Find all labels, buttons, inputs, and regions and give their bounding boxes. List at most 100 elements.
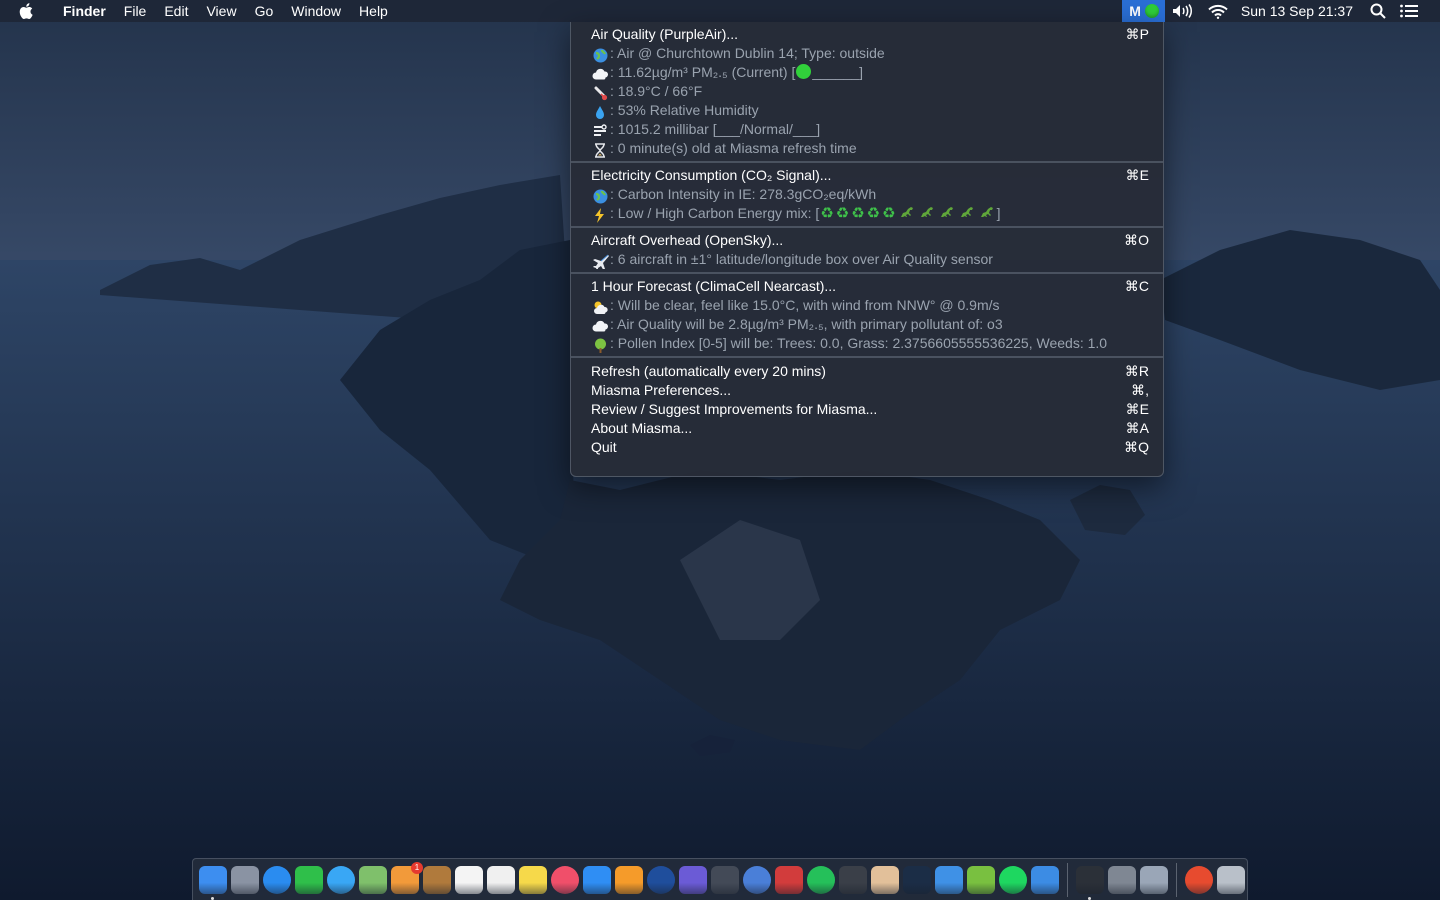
high-carbon-dinosaur-icon — [979, 205, 995, 224]
energy-mix-suffix: ] — [996, 205, 1001, 221]
low-carbon-recycle-icon: ♻ — [835, 205, 850, 222]
maps-icon[interactable] — [359, 865, 387, 894]
air-quality-status-dot-icon — [1144, 4, 1159, 18]
forecast-pollen-text: : Pollen Index [0-5] will be: Trees: 0.0… — [610, 335, 1108, 351]
menu-help[interactable]: Help — [350, 0, 397, 22]
menu-bar-clock[interactable]: Sun 13 Sep 21:37 — [1235, 0, 1363, 22]
air-quality-location-line: : Air @ Churchtown Dublin 14; Type: outs… — [571, 44, 1163, 63]
spotify-icon[interactable] — [999, 865, 1027, 894]
electricity-menu-item[interactable]: Electricity Consumption (CO₂ Signal)... … — [571, 166, 1163, 185]
whatsapp-icon[interactable] — [807, 865, 835, 894]
steam-icon[interactable] — [903, 865, 931, 894]
hourglass-icon — [591, 140, 609, 159]
xcode-icon[interactable] — [1031, 865, 1059, 894]
high-carbon-dinosaur-icon — [959, 205, 975, 224]
air-quality-pressure-text: : 1015.2 millibar [___/Normal/___] — [610, 121, 821, 137]
cloud-icon — [591, 316, 609, 335]
pencil-icon[interactable] — [871, 865, 899, 894]
facetime-icon[interactable] — [295, 865, 323, 894]
aircraft-menu-item[interactable]: Aircraft Overhead (OpenSky)... ⌘O — [571, 231, 1163, 250]
forecast-menu-item[interactable]: 1 Hour Forecast (ClimaCell Nearcast)... … — [571, 277, 1163, 296]
lightning-icon — [591, 205, 609, 224]
aircraft-title: Aircraft Overhead (OpenSky)... — [591, 232, 784, 248]
menu-window[interactable]: Window — [282, 0, 350, 22]
air-quality-title: Air Quality (PurpleAir)... — [591, 26, 739, 42]
wifi-icon[interactable] — [1201, 0, 1235, 22]
air-quality-temperature-line: : 18.9°C / 66°F — [571, 82, 1163, 101]
menu-bar: Finder File Edit View Go Window Help M S… — [0, 0, 1440, 22]
dock-separator — [1176, 862, 1177, 897]
high-carbon-dinosaur-icon — [919, 205, 935, 224]
dock: 1 — [192, 858, 1248, 900]
imovie-icon[interactable] — [679, 865, 707, 894]
music-icon[interactable] — [551, 865, 579, 894]
miasma-status-label: M — [1129, 3, 1141, 19]
aircraft-count-text: : 6 aircraft in ±1° latitude/longitude b… — [610, 251, 993, 267]
calendar-icon[interactable] — [455, 865, 483, 894]
miasma-status-item[interactable]: M — [1122, 0, 1165, 22]
preferences-menu-item[interactable]: Miasma Preferences... ⌘, — [571, 381, 1163, 400]
messages-icon[interactable] — [327, 865, 355, 894]
review-menu-item[interactable]: Review / Suggest Improvements for Miasma… — [571, 400, 1163, 419]
review-label: Review / Suggest Improvements for Miasma… — [591, 401, 878, 417]
trash-icon[interactable] — [1217, 865, 1245, 894]
high-carbon-dinosaur-icon — [899, 205, 915, 224]
droplet-icon — [591, 102, 609, 121]
finder-icon[interactable] — [199, 865, 227, 900]
wind-icon — [591, 121, 609, 140]
miasma-icon[interactable] — [1185, 865, 1213, 894]
notefile-icon[interactable] — [423, 865, 451, 894]
energy-mix-line: : Low / High Carbon Energy mix: [♻ ♻ ♻ ♻ ♻] — [571, 204, 1163, 223]
forecast-title: 1 Hour Forecast (ClimaCell Nearcast)... — [591, 278, 837, 294]
air-quality-age-line: : 0 minute(s) old at Miasma refresh time — [571, 139, 1163, 158]
activity-viewer-icon[interactable] — [839, 865, 867, 894]
quit-menu-item[interactable]: Quit ⌘Q — [571, 438, 1163, 457]
menu-go[interactable]: Go — [246, 0, 283, 22]
photo-booth-icon[interactable] — [775, 865, 803, 894]
home-icon[interactable] — [615, 865, 643, 894]
safari-icon[interactable] — [263, 865, 291, 894]
notes-icon[interactable] — [519, 865, 547, 894]
android-studio-icon[interactable] — [967, 865, 995, 894]
quicktime-icon[interactable] — [647, 865, 675, 894]
air-quality-pm25-text: : 11.62µg/m³ PM₂.₅ (Current) [ — [610, 64, 796, 80]
menu-edit[interactable]: Edit — [155, 0, 197, 22]
notification-badge: 1 — [411, 861, 423, 874]
globe-icon — [591, 186, 609, 205]
system-preferences-gear-icon[interactable] — [743, 865, 771, 894]
refresh-menu-item[interactable]: Refresh (automatically every 20 mins) ⌘R — [571, 362, 1163, 381]
air-quality-menu-item[interactable]: Air Quality (PurpleAir)... ⌘P — [571, 25, 1163, 44]
air-quality-age-text: : 0 minute(s) old at Miasma refresh time — [610, 140, 857, 156]
notification-center-icon[interactable] — [1393, 0, 1440, 22]
photos-icon[interactable]: 1 — [391, 861, 423, 894]
quit-label: Quit — [591, 439, 617, 455]
low-carbon-recycle-icon: ♻ — [882, 205, 896, 222]
launchpad-icon[interactable] — [231, 865, 259, 894]
menu-file[interactable]: File — [115, 0, 156, 22]
thermometer-icon — [591, 83, 609, 102]
about-menu-item[interactable]: About Miasma... ⌘A — [571, 419, 1163, 438]
aqi-gauge-suffix: ______] — [812, 64, 863, 80]
keynote-icon[interactable] — [935, 865, 963, 894]
app-store-icon[interactable] — [583, 865, 611, 894]
preview-icon[interactable] — [1140, 865, 1168, 894]
air-quality-shortcut: ⌘P — [1125, 26, 1149, 42]
apple-logo-icon[interactable] — [19, 2, 39, 20]
volume-icon[interactable] — [1165, 0, 1201, 22]
electricity-section: Electricity Consumption (CO₂ Signal)... … — [571, 161, 1163, 226]
carbon-intensity-text: : Carbon Intensity in IE: 278.3gCO₂eq/kW… — [610, 186, 877, 202]
spotlight-search-icon[interactable] — [1363, 0, 1393, 22]
refresh-label: Refresh (automatically every 20 mins) — [591, 363, 826, 379]
menu-view[interactable]: View — [197, 0, 245, 22]
final-cut-icon[interactable] — [711, 865, 739, 894]
running-indicator — [1088, 896, 1091, 900]
activity-monitor-icon[interactable] — [1076, 865, 1104, 900]
menu-app-finder[interactable]: Finder — [54, 0, 115, 22]
cloud-icon — [591, 64, 609, 83]
disk-utility-icon[interactable] — [1108, 865, 1136, 894]
preferences-label: Miasma Preferences... — [591, 382, 732, 398]
forecast-pollen-line: : Pollen Index [0-5] will be: Trees: 0.0… — [571, 334, 1163, 353]
reminders-icon[interactable] — [487, 865, 515, 894]
air-quality-humidity-text: : 53% Relative Humidity — [610, 102, 759, 118]
carbon-intensity-line: : Carbon Intensity in IE: 278.3gCO₂eq/kW… — [571, 185, 1163, 204]
